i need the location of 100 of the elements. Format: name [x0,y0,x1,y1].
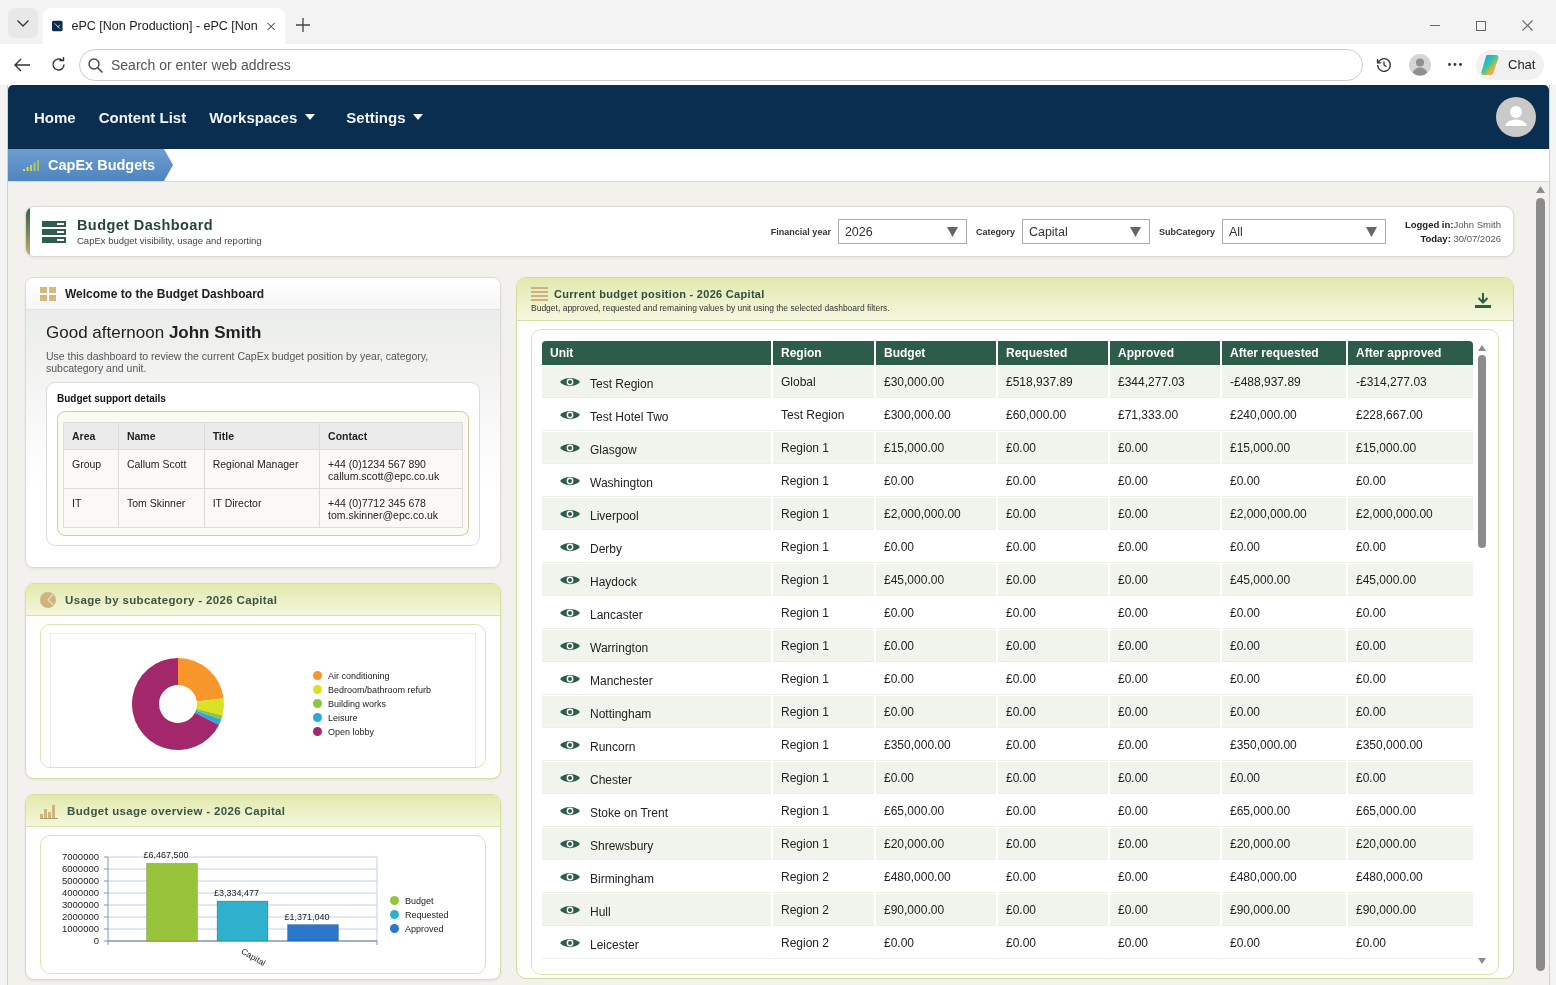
panel-subtitle: Budget, approved, requested and remaining values by unit using the selected dashboard filters. [531,303,890,313]
chat-button[interactable]: Chat [1476,49,1545,80]
table-cell: Region 1 [773,564,874,596]
legend-label: Open lobby [328,726,375,737]
eye-icon[interactable] [560,771,580,784]
filter-select[interactable]: All [1221,219,1386,244]
close-icon[interactable] [266,20,275,32]
profile-avatar-icon[interactable] [1409,53,1431,76]
filter-select[interactable]: 2026 [837,219,967,244]
axis-tick-label: 5000000 [62,875,99,887]
eye-icon[interactable] [560,474,580,487]
table-cell: Region 1 [773,498,874,530]
legend-label: Building works [328,698,387,709]
dashboard-title: Budget Dashboard [77,217,215,233]
close-icon[interactable] [1522,20,1533,31]
table-cell: Group [63,449,119,489]
axis-tick-label: 7000000 [62,851,99,863]
scrollbar-thumb[interactable] [1478,355,1486,548]
caret-down-icon [413,114,424,120]
unit-name: Glasgow [590,443,637,457]
panel-title: Current budget position - 2026 Capital [554,288,766,300]
table-cell: £0.00 [1110,630,1220,662]
browser-tab[interactable]: ePC [Non Production] - ePC [Non [43,8,285,44]
refresh-icon[interactable] [51,57,66,72]
nav-link[interactable]: Content List [98,108,187,126]
scroll-up-arrow-icon[interactable] [1478,345,1486,351]
eye-icon[interactable] [560,738,580,751]
unit-name: Liverpool [590,509,639,523]
legend-label: Leisure [328,712,358,723]
eye-icon[interactable] [560,639,580,652]
eye-icon[interactable] [560,903,580,916]
table-cell: £0.00 [1110,564,1220,596]
scroll-up-arrow-icon[interactable] [1536,186,1545,193]
table-cell: £15,000.00 [876,432,996,464]
table-cell: £0.00 [998,894,1108,926]
unit-name: Birmingham [590,872,655,886]
column-header: Region [773,341,874,365]
nav-link[interactable]: Workspaces [209,108,316,126]
download-icon[interactable] [1475,293,1491,308]
legend-label: Budget [405,895,434,906]
user-avatar-icon[interactable] [1496,97,1536,137]
eye-icon[interactable] [560,705,580,718]
table-cell: Global [773,366,874,398]
table-cell: £0.00 [1110,828,1220,860]
table-cell: £0.00 [876,762,996,794]
column-header: Contact [319,422,463,450]
eye-icon[interactable] [560,870,580,883]
axis-tick-label: 3000000 [62,899,99,911]
filter-select[interactable]: Capital [1021,219,1150,244]
caret-down-icon [1129,226,1141,237]
more-icon[interactable] [1448,63,1462,66]
table-cell: -£314,277.03 [1348,366,1473,398]
eye-icon[interactable] [560,408,580,421]
maximize-icon[interactable] [1476,20,1486,31]
table-cell: £0.00 [998,828,1108,860]
eye-icon[interactable] [560,606,580,619]
eye-icon[interactable] [560,540,580,553]
plus-icon[interactable] [296,18,310,32]
table-cell: £0.00 [1110,432,1220,464]
eye-icon[interactable] [560,672,580,685]
unit-name: Washington [590,476,653,490]
unit-name: Nottingham [590,707,652,721]
eye-icon[interactable] [560,936,580,949]
table-cell: £2,000,000.00 [876,498,996,530]
caret-down-icon [1365,226,1377,237]
table-cell: £0.00 [876,696,996,728]
unit-name: Haydock [590,575,637,589]
section-title: Budget support details [57,393,167,404]
email-address: callum.scott@epc.co.uk [328,470,441,482]
eye-icon[interactable] [560,507,580,520]
today-date-text: Today: 30/07/2026 [1419,231,1501,246]
eye-icon[interactable] [560,804,580,817]
nav-link[interactable]: Home [34,108,76,126]
panel-title: Welcome to the Budget Dashboard [65,286,265,301]
tab-list-button[interactable] [8,8,38,38]
table-cell: £20,000.00 [876,828,996,860]
eye-icon[interactable] [560,573,580,586]
address-bar[interactable]: Search or enter web address [79,48,1363,81]
filter-label: Financial year [770,226,831,237]
greeting-text: Good afternoon John Smith [46,323,263,343]
table-cell: £20,000.00 [1222,828,1346,860]
table-cell: £0.00 [1110,894,1220,926]
back-arrow-icon[interactable] [14,57,30,72]
eye-icon[interactable] [560,837,580,850]
table-cell: £0.00 [1110,762,1220,794]
table-cell: £0.00 [998,762,1108,794]
scroll-down-arrow-icon[interactable] [1478,958,1486,964]
panel-title: Usage by subcategory - 2026 Capital [65,593,278,606]
table-cell: IT [63,488,119,528]
eye-icon[interactable] [560,441,580,454]
scrollbar-thumb[interactable] [1536,198,1545,971]
history-icon[interactable] [1376,56,1392,73]
table-cell: £0.00 [1222,630,1346,662]
nav-link[interactable]: Settings [346,108,424,126]
bar-value-label: £3,334,477 [214,888,259,898]
panel-title: Budget usage overview - 2026 Capital [67,804,286,817]
legend-label: Bedroom/bathroom refurb [328,684,432,695]
axis-tick-label: 4000000 [62,887,99,899]
table-cell: £90,000.00 [1348,894,1473,926]
eye-icon[interactable] [560,375,580,388]
